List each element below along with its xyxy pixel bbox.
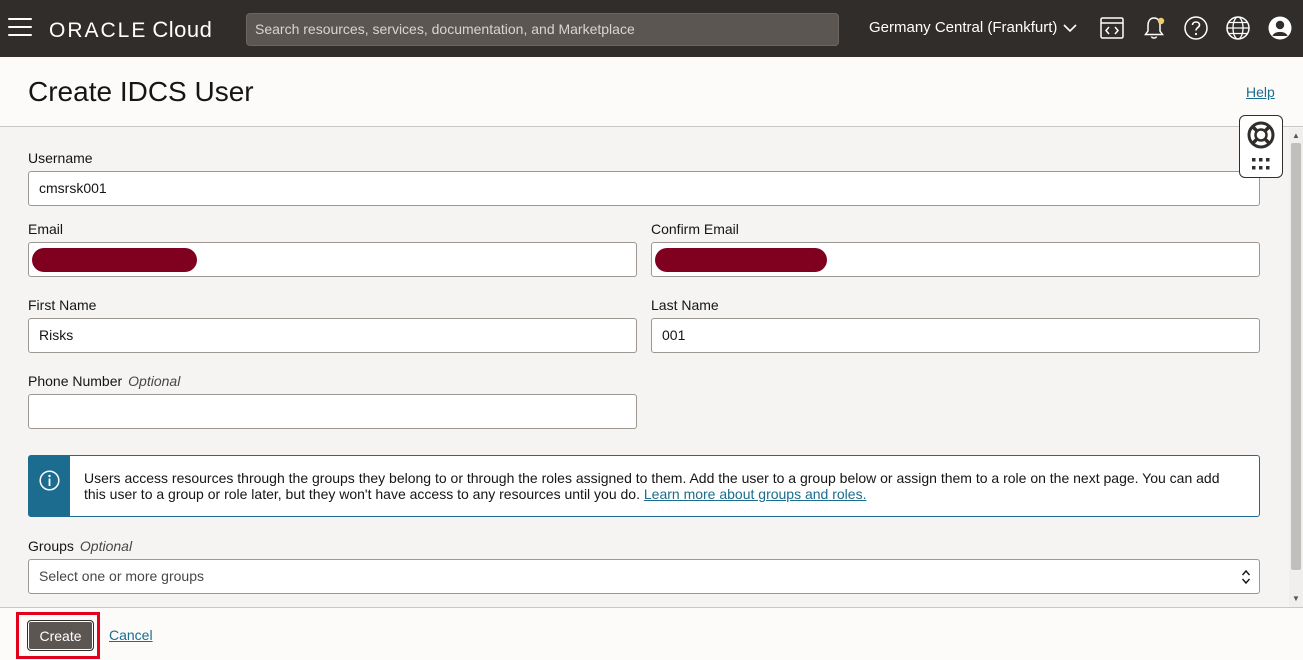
help-icon[interactable]	[1183, 15, 1209, 41]
last-name-label: Last Name	[651, 297, 719, 313]
scroll-down-icon[interactable]: ▼	[1292, 595, 1300, 603]
brand-cloud: Cloud	[152, 17, 213, 42]
region-selector[interactable]: Germany Central (Frankfurt)	[869, 19, 1077, 36]
email-label: Email	[28, 221, 64, 237]
apps-grid-icon[interactable]	[1251, 157, 1271, 171]
phone-input[interactable]	[28, 394, 637, 429]
confirm-email-label: Confirm Email	[651, 221, 739, 237]
menu-icon[interactable]	[8, 18, 32, 38]
page-title: Create IDCS User	[28, 76, 254, 107]
help-widget[interactable]	[1239, 115, 1283, 178]
scroll-up-icon[interactable]: ▲	[1292, 132, 1300, 140]
form-footer: Create Cancel	[0, 607, 1303, 660]
phone-label-text: Phone Number	[28, 373, 123, 389]
username-label: Username	[28, 150, 93, 166]
code-editor-icon[interactable]	[1099, 15, 1125, 41]
groups-label-text: Groups	[28, 538, 74, 554]
info-text: Users access resources through the group…	[84, 470, 1244, 502]
cancel-link[interactable]: Cancel	[109, 627, 153, 643]
top-navigation-bar: ORACLE Cloud Search resources, services,…	[0, 0, 1303, 57]
create-user-form: Username cmsrsk001 Email Confirm Email F…	[0, 128, 1289, 607]
info-message: Users access resources through the group…	[28, 455, 1260, 517]
chevron-down-icon	[1063, 23, 1077, 32]
first-name-input[interactable]: Risks	[28, 318, 637, 353]
email-input[interactable]	[28, 242, 637, 277]
search-input[interactable]: Search resources, services, documentatio…	[246, 13, 839, 46]
lifebuoy-icon[interactable]	[1246, 120, 1276, 150]
redacted-email	[32, 248, 197, 272]
groups-label: Groups Optional	[28, 538, 132, 554]
last-name-input[interactable]: 001	[651, 318, 1260, 353]
info-icon	[39, 470, 60, 491]
groups-optional-tag: Optional	[79, 538, 133, 554]
groups-placeholder: Select one or more groups	[39, 568, 204, 584]
info-strip	[29, 456, 70, 516]
phone-optional-tag: Optional	[128, 373, 181, 389]
page-header: Create IDCS User Help	[0, 57, 1303, 127]
create-button[interactable]: Create	[27, 620, 94, 651]
region-label: Germany Central (Frankfurt)	[869, 19, 1058, 36]
phone-label: Phone Number Optional	[28, 373, 180, 389]
globe-icon[interactable]	[1225, 15, 1251, 41]
first-name-label: First Name	[28, 297, 97, 313]
groups-select[interactable]: Select one or more groups	[28, 559, 1260, 594]
scrollbar-thumb[interactable]	[1291, 143, 1301, 570]
redacted-confirm-email	[655, 248, 827, 272]
learn-more-link[interactable]: Learn more about groups and roles.	[644, 486, 867, 502]
username-input[interactable]: cmsrsk001	[28, 171, 1260, 206]
brand-oracle: ORACLE	[49, 19, 148, 42]
user-icon[interactable]	[1267, 15, 1293, 41]
bell-icon[interactable]	[1141, 15, 1167, 41]
confirm-email-input[interactable]	[651, 242, 1260, 277]
select-arrows-icon	[1241, 569, 1251, 585]
oracle-cloud-logo[interactable]: ORACLE Cloud	[49, 17, 212, 43]
help-link[interactable]: Help	[1246, 84, 1275, 100]
